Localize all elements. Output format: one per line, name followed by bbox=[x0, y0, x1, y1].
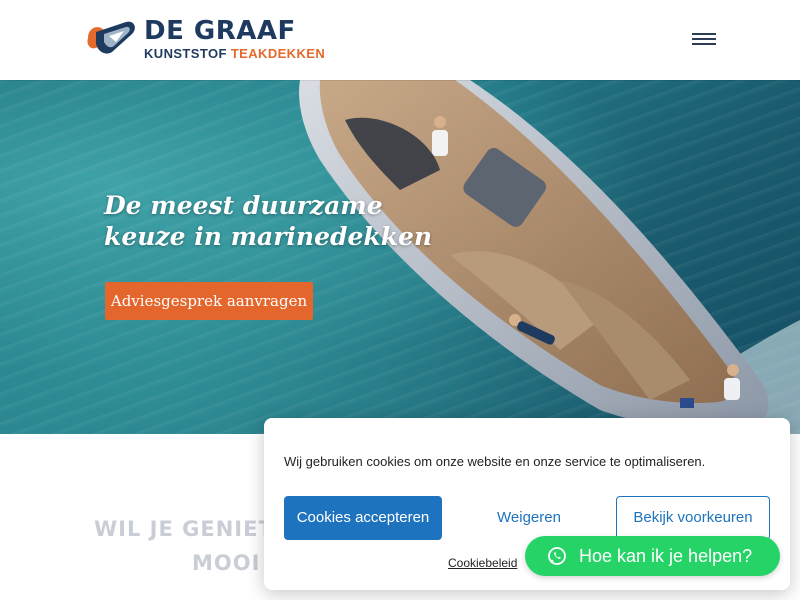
accept-cookies-button[interactable]: Cookies accepteren bbox=[284, 496, 442, 540]
whatsapp-icon bbox=[548, 547, 566, 565]
brand-name: DE GRAAF bbox=[144, 16, 296, 46]
cookie-policy-link[interactable]: Cookiebeleid bbox=[448, 556, 517, 570]
brand-tagline-part-1: KUNSTSTOF bbox=[144, 46, 231, 61]
hamburger-menu-icon[interactable] bbox=[692, 30, 716, 50]
cookie-message: Wij gebruiken cookies om onze website en… bbox=[284, 454, 706, 469]
view-preferences-button[interactable]: Bekijk voorkeuren bbox=[616, 496, 770, 540]
boat-image bbox=[299, 80, 800, 434]
whatsapp-chat-button[interactable]: Hoe kan ik je helpen? bbox=[525, 536, 780, 576]
brand-tagline: KUNSTSTOF TEAKDEKKEN bbox=[144, 47, 325, 60]
logo-mark-icon bbox=[87, 21, 135, 54]
logo-text: DE GRAAF KUNSTSTOF TEAKDEKKEN bbox=[144, 18, 325, 60]
hero-title: De meest duurzame keuze in marinedekken bbox=[104, 190, 464, 252]
hero-banner: De meest duurzame keuze in marinedekken … bbox=[0, 80, 800, 434]
hero-title-line-2: keuze in marinedekken bbox=[104, 222, 433, 251]
advice-request-button[interactable]: Adviesgesprek aanvragen bbox=[105, 282, 313, 320]
brand-tagline-part-2: TEAKDEKKEN bbox=[230, 46, 326, 61]
deny-cookies-button[interactable]: Weigeren bbox=[476, 496, 582, 540]
site-header: DE GRAAF KUNSTSTOF TEAKDEKKEN bbox=[0, 0, 800, 80]
section-heading-line-1: WIL JE GENIET bbox=[94, 517, 274, 541]
whatsapp-label: Hoe kan ik je helpen? bbox=[579, 545, 753, 566]
hero-title-line-1: De meest duurzame bbox=[104, 191, 383, 220]
site-logo[interactable]: DE GRAAF KUNSTSTOF TEAKDEKKEN bbox=[82, 18, 325, 60]
